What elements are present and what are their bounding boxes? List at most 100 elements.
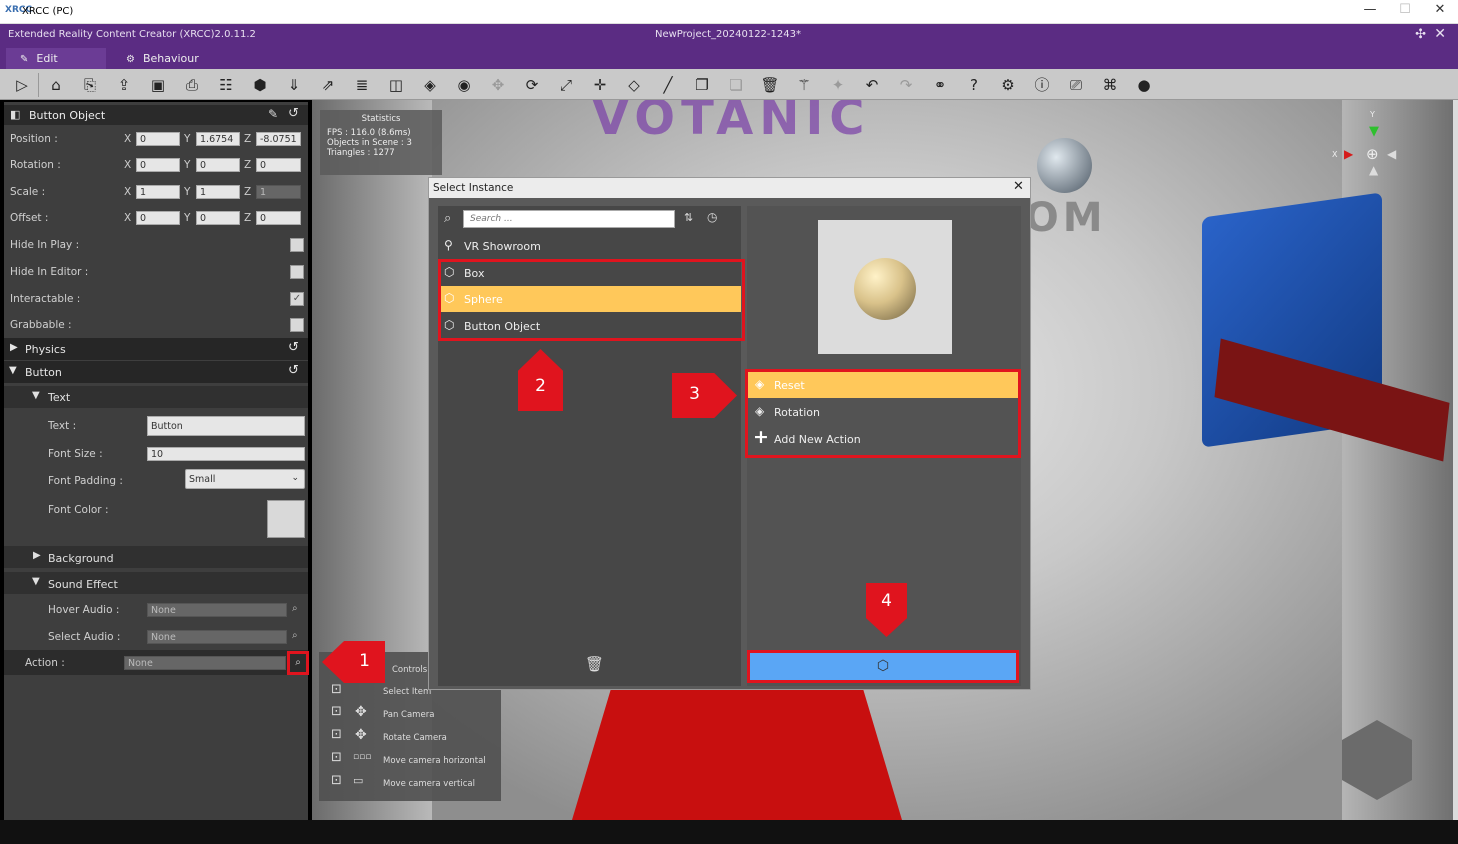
rotation-x-field[interactable]: 0 bbox=[136, 158, 180, 172]
button-section[interactable]: ▼ Button ↺ bbox=[4, 361, 308, 383]
sparkle-icon[interactable]: ✦ bbox=[827, 74, 849, 96]
object-title: Button Object bbox=[29, 109, 106, 122]
package-icon[interactable]: ⬢ bbox=[249, 74, 271, 96]
import-icon[interactable]: ⇓ bbox=[283, 74, 305, 96]
tab-behaviour[interactable]: ⚙ Behaviour bbox=[112, 48, 222, 69]
rotate-icon[interactable]: ⟳ bbox=[521, 74, 543, 96]
close-icon[interactable]: ✕ bbox=[1434, 26, 1446, 42]
interactable-checkbox[interactable]: ✓ bbox=[290, 292, 304, 306]
offset-x-field[interactable]: 0 bbox=[136, 211, 180, 225]
network-icon[interactable]: ⌘ bbox=[1099, 74, 1121, 96]
trash-icon[interactable]: 🗑 bbox=[585, 655, 604, 673]
font-padding-select[interactable]: Small ⌄ bbox=[185, 469, 305, 489]
instance-search-input[interactable] bbox=[463, 210, 675, 228]
trash-icon[interactable]: 🗑 bbox=[759, 74, 781, 96]
history-icon[interactable]: ◷ bbox=[707, 210, 717, 224]
cube-icon[interactable]: ◇ bbox=[623, 74, 645, 96]
transform-icon[interactable]: ✛ bbox=[589, 74, 611, 96]
hierarchy-icon[interactable]: ☷ bbox=[215, 74, 237, 96]
rotation-z-field[interactable]: 0 bbox=[256, 158, 301, 172]
move-icon[interactable]: ✥ bbox=[487, 74, 509, 96]
add-object-icon[interactable]: ◈ bbox=[419, 74, 441, 96]
physics-label: Physics bbox=[25, 343, 66, 356]
axis-gizmo[interactable]: Y ▼ X ▶ ⊕ ◀ ▲ bbox=[1332, 110, 1412, 190]
link-icon[interactable]: ⚭ bbox=[929, 74, 951, 96]
position-x-field[interactable]: 0 bbox=[136, 132, 180, 146]
background-section[interactable]: ▶ Background bbox=[4, 546, 308, 568]
scale-icon[interactable]: ⤢ bbox=[555, 74, 577, 96]
statistics-panel: Statistics FPS : 116.0 (8.6ms) Objects i… bbox=[320, 110, 442, 175]
select-audio-field[interactable]: None bbox=[147, 630, 287, 644]
hide-in-play-checkbox[interactable] bbox=[290, 238, 304, 252]
search-icon[interactable]: ⌕ bbox=[292, 630, 298, 641]
dialog-close-button[interactable]: ✕ bbox=[1013, 179, 1024, 194]
grabbable-checkbox[interactable] bbox=[290, 318, 304, 332]
offset-y-field[interactable]: 0 bbox=[196, 211, 240, 225]
font-padding-label: Font Padding : bbox=[48, 475, 123, 487]
rotation-y-field[interactable]: 0 bbox=[196, 158, 240, 172]
reset-icon[interactable]: ↺ bbox=[288, 363, 299, 378]
neg-x-cone-icon: ◀ bbox=[1387, 147, 1397, 161]
action-search-button[interactable]: ⌕ bbox=[287, 651, 309, 675]
scale-z-field[interactable]: 1 bbox=[256, 185, 301, 199]
tab-edit[interactable]: ✎ Edit bbox=[6, 48, 106, 69]
hover-audio-field[interactable]: None bbox=[147, 603, 287, 617]
home-icon[interactable]: ⌂ bbox=[45, 74, 67, 96]
tab-behaviour-label: Behaviour bbox=[142, 52, 199, 65]
settings-icon[interactable]: ⚙ bbox=[997, 74, 1019, 96]
pen-icon[interactable]: ╱ bbox=[657, 74, 679, 96]
instance-item-vr-showroom[interactable]: ⚲ VR Showroom bbox=[438, 233, 741, 259]
hide-in-editor-checkbox[interactable] bbox=[290, 265, 304, 279]
status-bar bbox=[0, 820, 1458, 844]
export-icon[interactable]: ⇪ bbox=[113, 74, 135, 96]
redo-icon[interactable]: ↷ bbox=[895, 74, 917, 96]
background-label: Background bbox=[48, 552, 114, 565]
close-window-button[interactable]: ✕ bbox=[1425, 2, 1455, 17]
action-field[interactable]: None bbox=[124, 656, 286, 670]
collapse-icon[interactable]: ✣ bbox=[1415, 27, 1426, 42]
layers-list-icon[interactable]: ≣ bbox=[351, 74, 373, 96]
button-text-field[interactable]: Button bbox=[147, 416, 305, 436]
search-icon[interactable]: ⌕ bbox=[292, 603, 298, 614]
xr-logo-icon[interactable]: ● bbox=[1133, 74, 1155, 96]
save-as-icon[interactable]: ⎙ bbox=[181, 74, 203, 96]
info-icon[interactable]: ⓘ bbox=[1031, 74, 1053, 96]
confirm-select-button[interactable]: ⬡ bbox=[747, 650, 1019, 683]
rename-pen-icon[interactable]: ✎ bbox=[268, 107, 278, 121]
new-scene-icon[interactable]: ⎘ bbox=[79, 74, 101, 96]
eye-icon[interactable]: ◉ bbox=[453, 74, 475, 96]
minimize-button[interactable]: — bbox=[1355, 2, 1385, 17]
scale-label: Scale : bbox=[10, 186, 46, 198]
scale-x-field[interactable]: 1 bbox=[136, 185, 180, 199]
hover-audio-label: Hover Audio : bbox=[48, 604, 120, 616]
position-z-field[interactable]: -8.0751 bbox=[256, 132, 301, 146]
reset-icon[interactable]: ↺ bbox=[288, 106, 299, 121]
wand-icon[interactable]: ⚚ bbox=[793, 74, 815, 96]
play-icon[interactable]: ▷ bbox=[11, 74, 33, 96]
search-icon: ⌕ bbox=[295, 657, 301, 668]
save-icon[interactable]: ▣ bbox=[147, 74, 169, 96]
scale-y-field[interactable]: 1 bbox=[196, 185, 240, 199]
maximize-button[interactable]: ☐ bbox=[1390, 2, 1420, 17]
stats-objects: Objects in Scene : 3 bbox=[327, 138, 412, 148]
cube-list-icon[interactable]: ◫ bbox=[385, 74, 407, 96]
text-section[interactable]: ▼ Text bbox=[4, 386, 308, 408]
font-color-swatch[interactable] bbox=[267, 500, 305, 538]
sound-effect-section[interactable]: ▼ Sound Effect bbox=[4, 572, 308, 594]
copy-icon[interactable]: ❐ bbox=[691, 74, 713, 96]
physics-section[interactable]: ▶ Physics ↺ bbox=[4, 338, 308, 360]
sphere-preview-image bbox=[854, 258, 916, 320]
font-size-field[interactable]: 10 bbox=[147, 447, 305, 461]
report-icon[interactable]: ⎚ bbox=[1065, 74, 1087, 96]
offset-z-field[interactable]: 0 bbox=[256, 211, 301, 225]
help-cursor-icon[interactable]: ? bbox=[963, 74, 985, 96]
cube-icon: ◧ bbox=[10, 108, 21, 121]
position-y-field[interactable]: 1.6754 bbox=[196, 132, 240, 146]
undo-icon[interactable]: ↶ bbox=[861, 74, 883, 96]
mouse-right-icon: ⊡ bbox=[331, 727, 342, 742]
stats-title: Statistics bbox=[361, 114, 401, 124]
publish-icon[interactable]: ⇗ bbox=[317, 74, 339, 96]
sort-icon[interactable]: ⇅ bbox=[684, 211, 693, 224]
paste-icon[interactable]: ❏ bbox=[725, 74, 747, 96]
reset-icon[interactable]: ↺ bbox=[288, 340, 299, 355]
